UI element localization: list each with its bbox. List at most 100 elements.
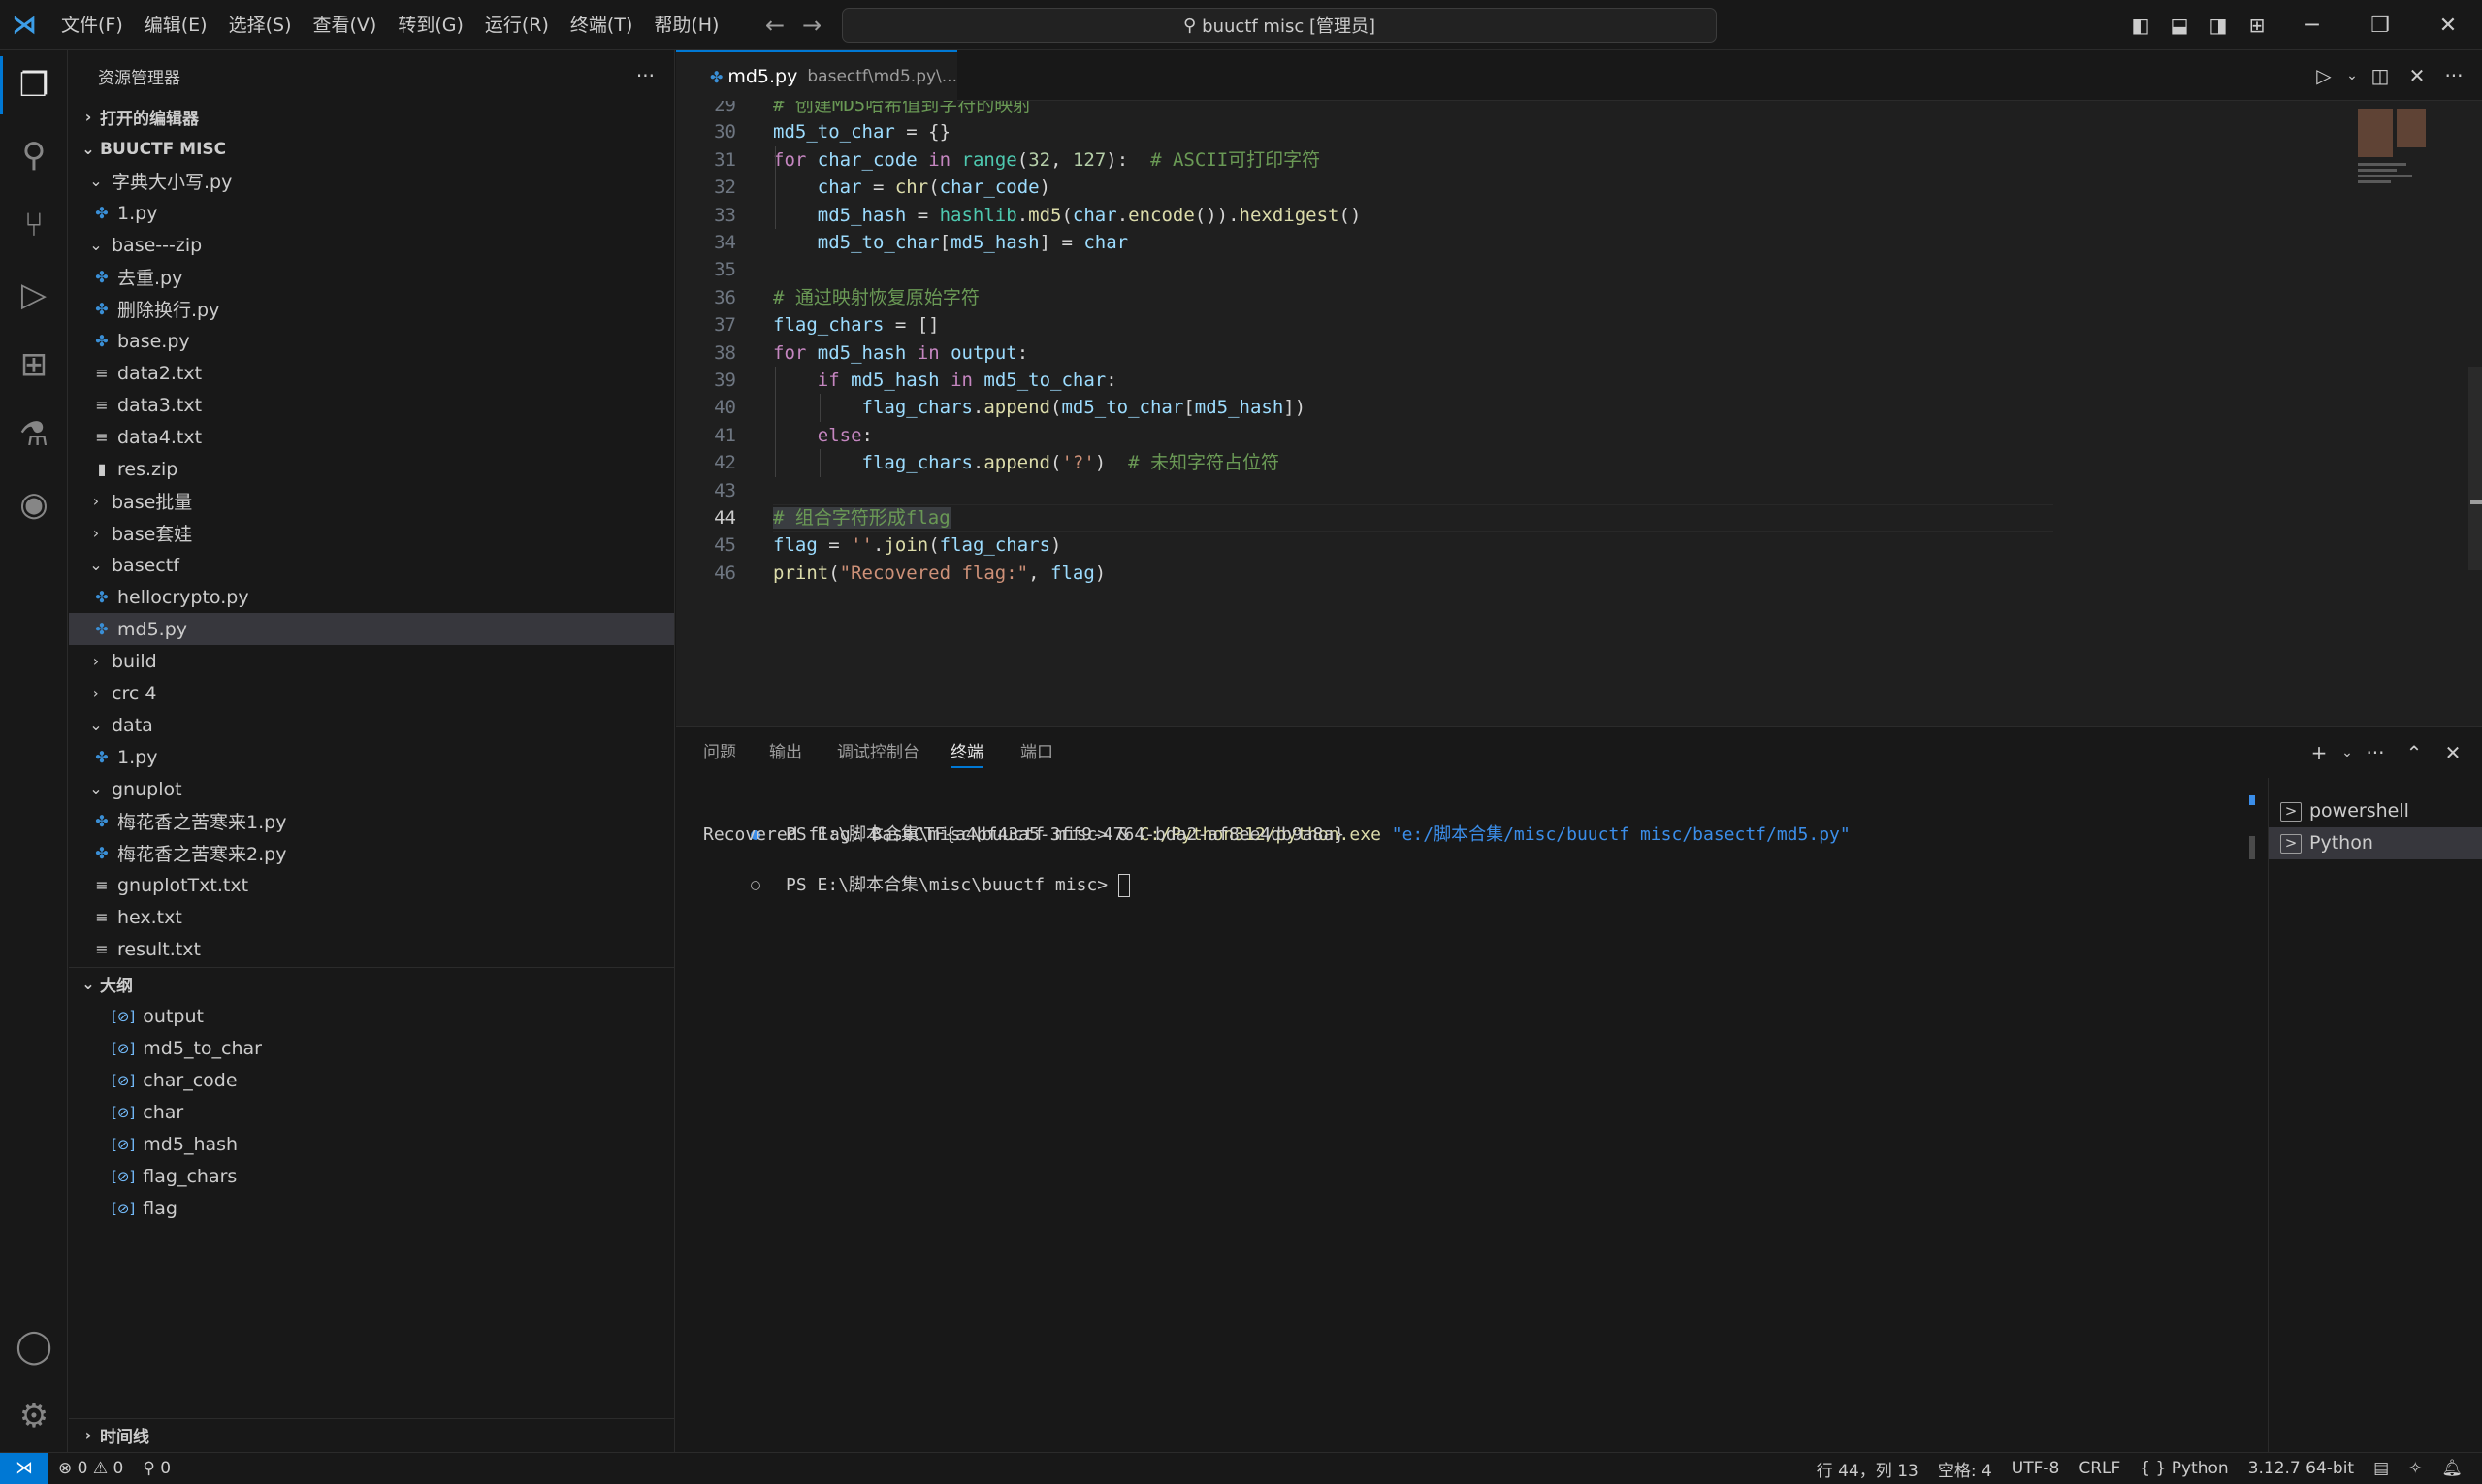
forward-arrow-icon[interactable]: → <box>793 12 830 39</box>
tree-folder[interactable]: › base批量 <box>69 485 674 517</box>
panel-tab[interactable]: 端口 <box>1020 727 1053 778</box>
testing-icon[interactable]: ⚗ <box>0 400 68 469</box>
tree-file[interactable]: ≡ data2.txt <box>69 357 674 389</box>
panel-tab[interactable]: 问题 <box>703 727 736 778</box>
tree-file[interactable]: ▮ res.zip <box>69 453 674 485</box>
cursor-position[interactable]: 行 44，列 13 <box>1807 1457 1928 1481</box>
editor-scrollbar[interactable] <box>2465 101 2482 726</box>
run-debug-icon[interactable]: ▷ <box>0 260 68 330</box>
problems-status[interactable]: ⊗ 0 ⚠ 0 <box>48 1459 133 1478</box>
menu-item[interactable]: 编辑(E) <box>134 0 218 50</box>
outline-item[interactable]: [⊘] char <box>69 1096 674 1128</box>
accounts-icon[interactable]: ◯ <box>0 1311 68 1381</box>
source-control-icon[interactable]: ⑂ <box>0 190 68 260</box>
menu-item[interactable]: 转到(G) <box>387 0 474 50</box>
tree-folder[interactable]: ⌄ basectf <box>69 549 674 581</box>
tree-folder[interactable]: ⌄ 字典大小写.py <box>69 165 674 197</box>
tree-folder[interactable]: › base套娃 <box>69 517 674 549</box>
python-interpreter[interactable]: 3.12.7 64-bit <box>2239 1459 2364 1478</box>
toggle-panel-icon[interactable]: ⬓ <box>2160 14 2199 37</box>
editor-more-actions-icon[interactable]: ··· <box>2435 64 2472 87</box>
indentation[interactable]: 空格: 4 <box>1928 1457 2002 1481</box>
outline-item[interactable]: [⊘] char_code <box>69 1064 674 1096</box>
terminal-instance[interactable]: > Python <box>2269 827 2482 859</box>
outline-item[interactable]: [⊘] output <box>69 1000 674 1032</box>
tree-folder[interactable]: ⌄ data <box>69 709 674 741</box>
close-editor-icon[interactable]: ✕ <box>2399 64 2435 87</box>
workspace-section[interactable]: ⌄ BUUCTF MISC <box>69 133 674 165</box>
command-center-search[interactable]: ⚲ buuctf misc [管理员] <box>842 8 1717 43</box>
tree-file[interactable]: ≡ data3.txt <box>69 389 674 421</box>
encoding[interactable]: UTF-8 <box>2002 1459 2070 1478</box>
tree-folder[interactable]: ⌄ base---zip <box>69 229 674 261</box>
tree-folder[interactable]: ⌄ gnuplot <box>69 773 674 805</box>
ports-status[interactable]: ⚲ 0 <box>133 1459 180 1478</box>
run-python-file-icon[interactable]: ▷ <box>2305 64 2342 87</box>
menu-item[interactable]: 运行(R) <box>474 0 560 50</box>
open-editors-section[interactable]: › 打开的编辑器 <box>69 101 674 133</box>
explorer-icon[interactable]: ❐ <box>0 50 68 120</box>
terminal-instance[interactable]: > powershell <box>2269 795 2482 827</box>
copilot-status-icon[interactable]: ✧ <box>2399 1459 2432 1478</box>
tree-file[interactable]: ✤ md5.py <box>69 613 674 645</box>
tree-file[interactable]: ✤ 1.py <box>69 741 674 773</box>
menu-item[interactable]: 帮助(H) <box>643 0 729 50</box>
tree-file[interactable]: ≡ data4.txt <box>69 421 674 453</box>
code-editor[interactable]: 29 # 创建MD5哈希值到字符的映射 30 md5_to_char = {} 31 fo… <box>676 101 2482 726</box>
minimap[interactable] <box>2350 101 2437 198</box>
tree-file[interactable]: ≡ gnuplotTxt.txt <box>69 869 674 901</box>
tree-file[interactable]: ≡ result.txt <box>69 933 674 965</box>
tree-file[interactable]: ✤ 删除换行.py <box>69 293 674 325</box>
outline-item[interactable]: [⊘] md5_to_char <box>69 1032 674 1064</box>
back-arrow-icon[interactable]: ← <box>757 12 793 39</box>
extensions-icon[interactable]: ⊞ <box>0 330 68 400</box>
editor-language-status-icon[interactable]: ▤ <box>2364 1459 2399 1478</box>
tree-file[interactable]: ✤ hellocrypto.py <box>69 581 674 613</box>
end-of-line[interactable]: CRLF <box>2069 1459 2130 1478</box>
panel-more-actions-icon[interactable]: ··· <box>2356 741 2395 764</box>
minimize-icon[interactable]: ─ <box>2278 14 2346 38</box>
search-view-icon[interactable]: ⚲ <box>0 120 68 190</box>
panel-tab[interactable]: 输出 <box>769 727 802 778</box>
menu-item[interactable]: 选择(S) <box>218 0 303 50</box>
tree-file[interactable]: ✤ 梅花香之苦寒来1.py <box>69 805 674 837</box>
toggle-secondary-sidebar-icon[interactable]: ◨ <box>2199 14 2238 37</box>
tree-file[interactable]: ✤ base.py <box>69 325 674 357</box>
tree-file[interactable]: ✤ 梅花香之苦寒来2.py <box>69 837 674 869</box>
tab-md5-py[interactable]: ✤ md5.py basectf\md5.py\... <box>676 50 957 101</box>
notifications-bell-icon[interactable]: 🔔︎ <box>2432 1459 2472 1478</box>
panel-tab[interactable]: 调试控制台 <box>837 727 919 778</box>
settings-gear-icon[interactable]: ⚙ <box>0 1381 68 1451</box>
remote-indicator-icon[interactable]: ⋊ <box>0 1452 48 1484</box>
outline-item[interactable]: [⊘] flag_chars <box>69 1160 674 1192</box>
language-mode[interactable]: { } Python <box>2130 1459 2238 1478</box>
tree-folder[interactable]: › crc 4 <box>69 677 674 709</box>
timeline-section[interactable]: › 时间线 <box>69 1418 674 1451</box>
panel-tab[interactable]: 终端 <box>951 727 983 778</box>
tree-file[interactable]: ✤ 1.py <box>69 197 674 229</box>
tree-folder[interactable]: › build <box>69 645 674 677</box>
toggle-primary-sidebar-icon[interactable]: ◧ <box>2121 14 2160 37</box>
close-window-icon[interactable]: ✕ <box>2414 14 2482 38</box>
new-terminal-icon[interactable]: + <box>2300 741 2338 764</box>
restore-icon[interactable]: ❐ <box>2346 14 2414 38</box>
close-panel-icon[interactable]: ✕ <box>2434 741 2472 764</box>
tree-file[interactable]: ≡ hex.txt <box>69 901 674 933</box>
customize-layout-icon[interactable]: ⊞ <box>2238 14 2276 37</box>
more-actions-icon[interactable]: ··· <box>636 64 655 87</box>
terminal-dropdown-icon[interactable]: ⌄ <box>2338 745 2356 760</box>
code-line: 31 for char_code in range(32, 127): # ASC… <box>676 146 1320 174</box>
outline-item[interactable]: [⊘] flag <box>69 1192 674 1224</box>
menu-item[interactable]: 终端(T) <box>560 0 643 50</box>
maximize-panel-icon[interactable]: ⌃ <box>2395 741 2434 764</box>
terminal-scroll-thumb[interactable] <box>2249 836 2255 859</box>
split-editor-icon[interactable]: ◫ <box>2362 64 2399 87</box>
menu-item[interactable]: 查看(V) <box>303 0 388 50</box>
code-token: in <box>917 341 940 364</box>
outline-section[interactable]: ⌄ 大纲 <box>69 967 674 1000</box>
menu-item[interactable]: 文件(F) <box>50 0 134 50</box>
outline-item[interactable]: [⊘] md5_hash <box>69 1128 674 1160</box>
copilot-icon[interactable]: ◉ <box>0 469 68 539</box>
tree-file[interactable]: ✤ 去重.py <box>69 261 674 293</box>
run-dropdown-icon[interactable]: ⌄ <box>2342 68 2362 83</box>
